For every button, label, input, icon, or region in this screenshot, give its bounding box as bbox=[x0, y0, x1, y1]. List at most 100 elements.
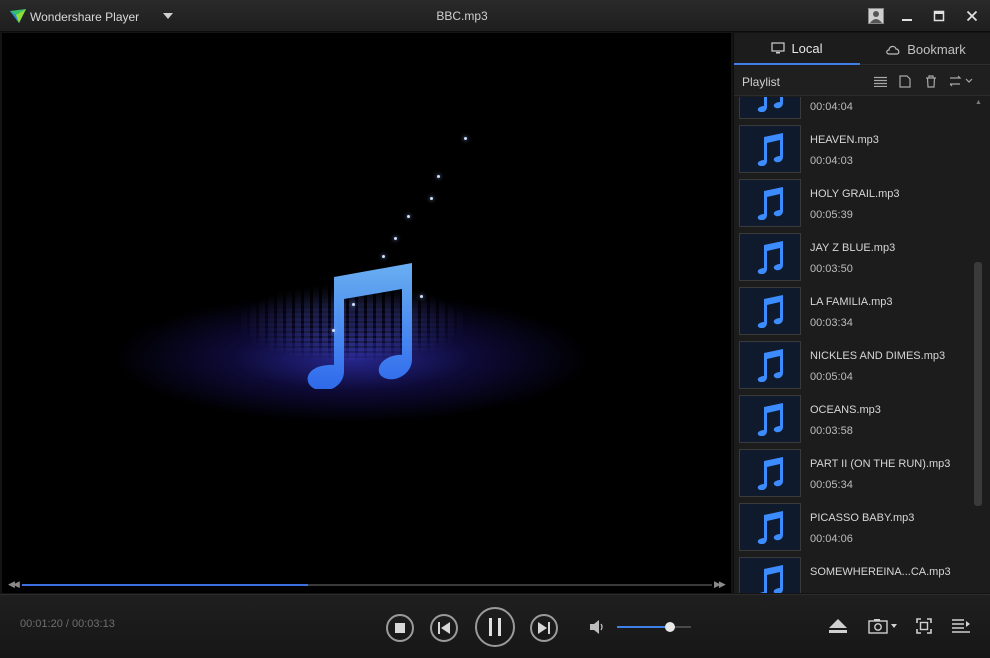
playlist-item-name: NICKLES AND DIMES.mp3 bbox=[810, 350, 946, 362]
music-note-icon bbox=[757, 403, 783, 436]
playlist-item[interactable]: NICKLES AND DIMES.mp3 00:05:04 bbox=[734, 339, 974, 393]
sort-order-button[interactable] bbox=[948, 73, 976, 89]
music-note-icon bbox=[307, 263, 412, 389]
control-bar: 00:01:20 / 00:03:13 bbox=[0, 594, 990, 658]
playlist-item-name: HOLY GRAIL.mp3 bbox=[810, 188, 900, 200]
tab-local-label: Local bbox=[791, 40, 823, 56]
sparkle bbox=[464, 137, 467, 140]
playlist[interactable]: 00:04:04 HEAVEN.mp3 00:04:03 HOLY GRAIL.mp3… bbox=[734, 97, 974, 593]
music-note-icon bbox=[757, 133, 783, 166]
music-note-icon bbox=[757, 295, 783, 328]
time-display: 00:01:20 / 00:03:13 bbox=[20, 618, 115, 630]
playlist-item-duration: 00:03:58 bbox=[810, 425, 853, 437]
tab-bookmark[interactable]: Bookmark bbox=[860, 33, 990, 65]
user-icon bbox=[868, 8, 884, 24]
screenshot-button[interactable] bbox=[866, 615, 900, 637]
playlist-item[interactable]: 00:04:04 bbox=[734, 97, 974, 123]
playlist-item-duration: 00:04:03 bbox=[810, 155, 853, 167]
stop-button[interactable] bbox=[386, 614, 414, 642]
playlist-item-duration: 00:03:34 bbox=[810, 317, 853, 329]
pause-button[interactable] bbox=[475, 607, 515, 647]
scrollbar-thumb[interactable] bbox=[974, 262, 982, 506]
playlist-header: Playlist bbox=[734, 66, 990, 96]
playlist-item-duration: 00:04:06 bbox=[810, 533, 853, 545]
playlist-item-duration: 00:05:04 bbox=[810, 371, 853, 383]
playlist-item-duration: 00:05:34 bbox=[810, 479, 853, 491]
seek-track[interactable] bbox=[22, 584, 712, 586]
seek-bar[interactable]: ◀◀ ▶▶ bbox=[2, 577, 731, 593]
cloud-icon bbox=[886, 45, 900, 55]
playlist-item-thumbnail bbox=[739, 233, 801, 281]
pause-icon bbox=[489, 618, 501, 636]
playlist-item-name: JAY Z BLUE.mp3 bbox=[810, 242, 896, 254]
eject-button[interactable] bbox=[827, 615, 849, 637]
playlist-item-thumbnail bbox=[739, 341, 801, 389]
music-note-icon bbox=[760, 565, 783, 593]
playlist-item-name: HEAVEN.mp3 bbox=[810, 134, 879, 146]
scroll-up-arrow[interactable]: ▲ bbox=[975, 99, 982, 106]
sparkle bbox=[332, 329, 335, 332]
skip-previous-icon bbox=[438, 622, 450, 634]
playlist-icon bbox=[952, 619, 970, 633]
playlist-toggle-button[interactable] bbox=[950, 615, 972, 637]
playlist-item-duration: 00:03:50 bbox=[810, 263, 853, 275]
video-area[interactable] bbox=[2, 33, 731, 593]
maximize-icon bbox=[933, 10, 945, 22]
sort-icon bbox=[950, 75, 973, 87]
window-title: BBC.mp3 bbox=[436, 9, 488, 23]
new-file-icon bbox=[899, 74, 911, 88]
monitor-icon bbox=[771, 42, 786, 54]
sparkle bbox=[407, 215, 410, 218]
minimize-button[interactable] bbox=[896, 6, 918, 26]
previous-button[interactable] bbox=[430, 614, 458, 642]
playlist-item[interactable]: HEAVEN.mp3 00:04:03 bbox=[734, 123, 974, 177]
maximize-button[interactable] bbox=[928, 6, 950, 26]
playlist-item[interactable]: PICASSO BABY.mp3 00:04:06 bbox=[734, 501, 974, 555]
list-view-icon bbox=[873, 76, 887, 87]
playlist-item[interactable]: OCEANS.mp3 00:03:58 bbox=[734, 393, 974, 447]
music-note-icon bbox=[757, 349, 783, 382]
panel-tabs: Local Bookmark bbox=[734, 33, 990, 65]
fast-forward-icon[interactable]: ▶▶ bbox=[714, 579, 726, 590]
playlist-item[interactable]: JAY Z BLUE.mp3 00:03:50 bbox=[734, 231, 974, 285]
delete-button[interactable] bbox=[923, 73, 939, 89]
playlist-item-duration: 00:05:39 bbox=[810, 209, 853, 221]
playlist-item-thumbnail bbox=[739, 125, 801, 173]
volume-icon[interactable] bbox=[589, 619, 605, 635]
playlist-item-thumbnail bbox=[739, 557, 801, 593]
title-bar: Wondershare Player BBC.mp3 bbox=[0, 0, 990, 32]
fullscreen-button[interactable] bbox=[913, 615, 935, 637]
new-playlist-button[interactable] bbox=[897, 73, 913, 89]
playlist-item-name: PICASSO BABY.mp3 bbox=[810, 512, 915, 524]
sparkle bbox=[430, 197, 433, 200]
music-note-icon bbox=[757, 511, 783, 544]
playlist-item-thumbnail bbox=[739, 97, 801, 119]
sparkle bbox=[420, 295, 423, 298]
list-view-button[interactable] bbox=[872, 73, 888, 89]
playlist-item[interactable]: LA FAMILIA.mp3 00:03:34 bbox=[734, 285, 974, 339]
tab-bookmark-label: Bookmark bbox=[907, 41, 966, 57]
sparkle bbox=[352, 303, 355, 306]
stop-icon bbox=[395, 623, 405, 633]
playlist-item-name: SOMEWHEREINA...CA.mp3 bbox=[810, 566, 951, 578]
playlist-item-thumbnail bbox=[739, 287, 801, 335]
volume-knob[interactable] bbox=[665, 622, 676, 632]
seek-progress bbox=[22, 584, 309, 586]
playlist-item[interactable]: PART II (ON THE RUN).mp3 00:05:34 bbox=[734, 447, 974, 501]
playlist-item[interactable]: SOMEWHEREINA...CA.mp3 bbox=[734, 555, 974, 593]
user-avatar-button[interactable] bbox=[865, 6, 887, 26]
playlist-item-thumbnail bbox=[739, 449, 801, 497]
playlist-title: Playlist bbox=[742, 75, 781, 89]
music-note-icon bbox=[757, 457, 783, 490]
sparkle bbox=[437, 175, 440, 178]
playlist-item[interactable]: HOLY GRAIL.mp3 00:05:39 bbox=[734, 177, 974, 231]
tab-local[interactable]: Local bbox=[734, 33, 860, 65]
sparkle bbox=[394, 237, 397, 240]
rewind-icon[interactable]: ◀◀ bbox=[8, 579, 20, 590]
playlist-item-name: OCEANS.mp3 bbox=[810, 404, 881, 416]
playlist-item-name: PART II (ON THE RUN).mp3 bbox=[810, 458, 951, 470]
close-button[interactable] bbox=[961, 6, 983, 26]
playlist-item-thumbnail bbox=[739, 179, 801, 227]
volume-slider[interactable] bbox=[617, 622, 691, 632]
next-button[interactable] bbox=[530, 614, 558, 642]
